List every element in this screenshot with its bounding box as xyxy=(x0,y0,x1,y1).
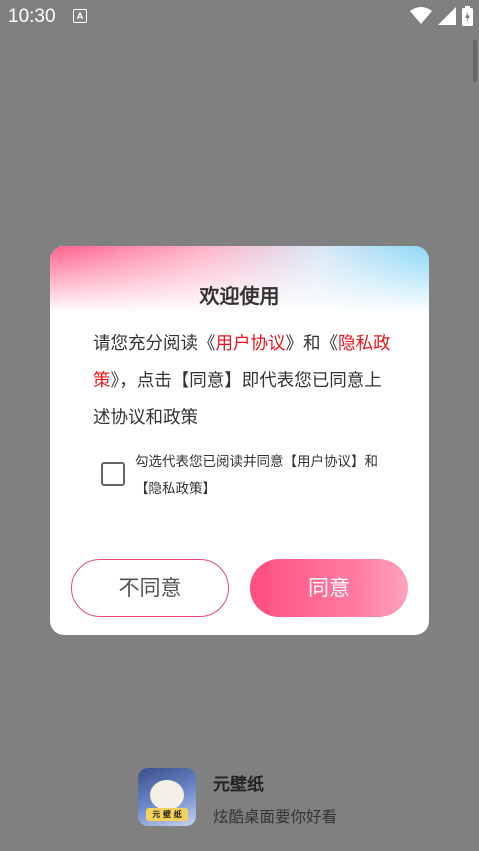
agree-button[interactable]: 同意 xyxy=(250,559,408,617)
battery-charging-icon xyxy=(462,6,473,26)
dialog-title: 欢迎使用 xyxy=(199,284,280,308)
app-name: 元壁纸 xyxy=(213,775,264,795)
logo-cat-face xyxy=(150,780,184,810)
consent-label: 勾选代表您已阅读并同意【用户协议】和【隐私政策】 xyxy=(135,454,378,497)
wifi-icon xyxy=(410,7,432,24)
message-text-1: 请您充分阅读《 xyxy=(93,334,216,354)
brand-footer: 元 壁 纸 元壁纸 炫酷桌面要你好看 xyxy=(138,768,398,828)
notification-a-icon: A xyxy=(73,9,87,23)
dialog-message: 请您充分阅读《用户协议》和《隐私政策》，点击【同意】即代表您已同意上述协议和政策 xyxy=(93,326,393,437)
app-slogan: 炫酷桌面要你好看 xyxy=(213,808,338,826)
message-text-2: 》和《 xyxy=(285,334,339,354)
consent-checkbox[interactable] xyxy=(101,462,125,486)
app-logo: 元 壁 纸 xyxy=(138,768,196,826)
privacy-dialog: 欢迎使用 请您充分阅读《用户协议》和《隐私政策》，点击【同意】即代表您已同意上述… xyxy=(50,246,429,635)
signal-icon xyxy=(438,7,456,25)
user-agreement-link[interactable]: 用户协议 xyxy=(216,334,286,354)
status-icons xyxy=(410,6,473,26)
logo-tag: 元 壁 纸 xyxy=(146,808,188,821)
scrollbar[interactable] xyxy=(473,40,477,82)
message-text-3: 》，点击【同意】即代表您已同意上述协议和政策 xyxy=(93,371,382,428)
disagree-button[interactable]: 不同意 xyxy=(71,559,229,617)
status-bar: 10:30 A xyxy=(0,0,479,34)
status-time: 10:30 xyxy=(8,6,56,27)
